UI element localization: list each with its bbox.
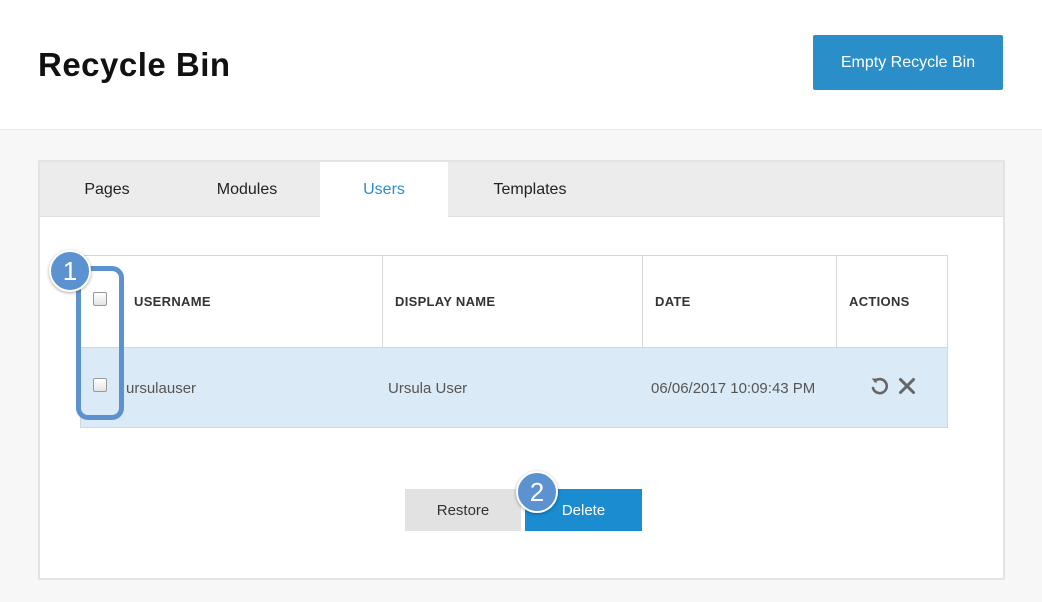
users-table: USERNAME DISPLAY NAME DATE ACTIONS ursul… [80,255,948,428]
page-title: Recycle Bin [38,46,231,83]
table-row[interactable]: ursulauser Ursula User 06/06/2017 10:09:… [81,347,947,427]
checkbox-highlight-frame [76,266,124,420]
tab-templates[interactable]: Templates [460,162,600,217]
date-cell: 06/06/2017 10:09:43 PM [651,379,816,397]
display-name-cell: Ursula User [388,379,468,397]
restore-button[interactable]: Restore [405,489,521,531]
empty-recycle-bin-button[interactable]: Empty Recycle Bin [813,35,1003,90]
username-cell: ursulauser [126,379,197,397]
tab-users[interactable]: Users [320,162,448,218]
page-header: Recycle Bin Empty Recycle Bin [0,0,1042,130]
callout-badge-2: 2 [516,471,558,513]
column-header-date: DATE [655,294,691,309]
tab-bar: Pages Modules Users Templates [40,162,1003,218]
tab-modules[interactable]: Modules [180,162,314,217]
column-divider [836,256,837,347]
column-header-display-name: DISPLAY NAME [395,294,496,309]
tab-pages[interactable]: Pages [40,162,174,217]
callout-badge-1: 1 [49,250,91,292]
column-header-actions: ACTIONS [849,294,910,309]
column-header-username: USERNAME [134,294,211,309]
recycle-bin-panel: Pages Modules Users Templates USERNAME D… [38,160,1005,580]
column-divider [382,256,383,347]
restore-icon[interactable] [869,376,889,396]
delete-icon[interactable] [897,376,917,396]
column-divider [642,256,643,347]
